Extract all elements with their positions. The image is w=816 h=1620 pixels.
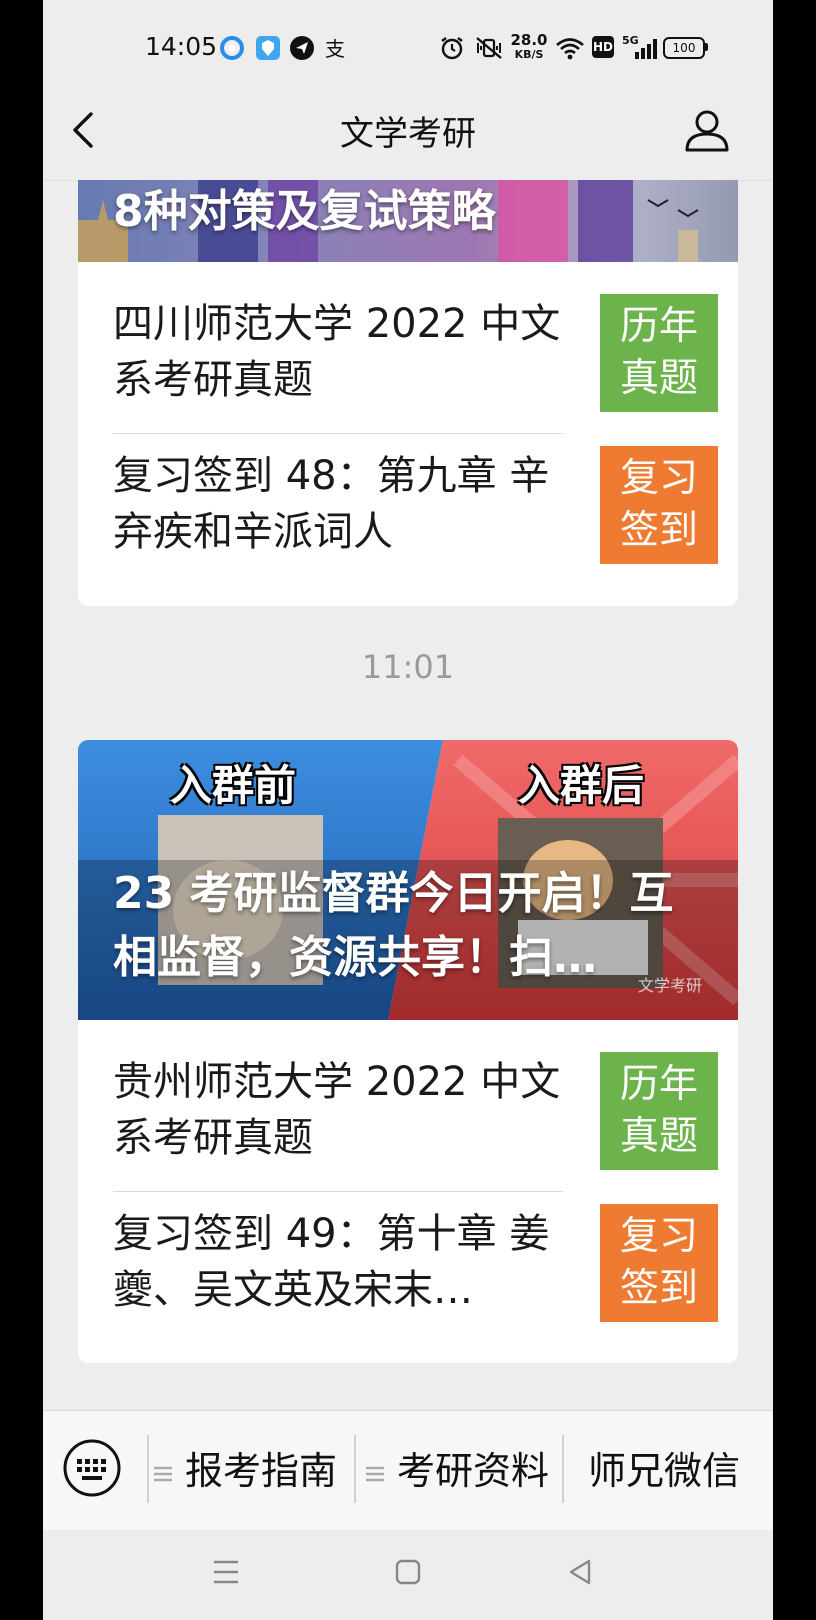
wifi-icon <box>556 38 584 60</box>
message-list[interactable]: 8种对策及复试策略 四川师范大学 2022 中文系考研真题 历年 真题 复习签到… <box>43 180 773 1410</box>
banner-before-label: 入群前 <box>170 761 297 810</box>
alarm-icon <box>441 37 463 60</box>
menu-divider <box>354 1435 356 1503</box>
user-profile-icon[interactable] <box>683 106 731 154</box>
article-thumbnail: 历年 真题 <box>600 294 718 412</box>
signal-icon: 5G <box>622 34 658 62</box>
app-notification-icon <box>220 36 244 60</box>
menu-item-label: 报考指南 <box>185 1449 338 1493</box>
app-send-icon <box>290 36 314 60</box>
article-item-title: 复习签到 49：第十章 姜夔、吴文英及宋末… <box>113 1211 550 1313</box>
article-thumbnail: 复习 签到 <box>600 1204 718 1322</box>
article-banner-title: 23 考研监督群今日开启！互相监督，资源共享！扫… <box>113 868 674 983</box>
menu-divider <box>562 1435 564 1503</box>
status-time: 14:05 <box>145 32 218 61</box>
submenu-icon <box>366 1466 384 1481</box>
article-thumbnail: 历年 真题 <box>600 1052 718 1170</box>
item-divider <box>113 433 563 434</box>
official-account-menu: 报考指南 考研资料 师兄微信 <box>43 1410 773 1531</box>
banner-after-label: 入群后 <box>518 761 645 810</box>
home-icon[interactable] <box>395 1558 421 1586</box>
article-banner[interactable]: 8种对策及复试策略 <box>78 180 738 262</box>
back-triangle-icon[interactable] <box>567 1558 593 1586</box>
article-item-title: 四川师范大学 2022 中文系考研真题 <box>113 301 561 403</box>
menu-divider <box>147 1435 149 1503</box>
banner-watermark: 文学考研 <box>638 976 703 995</box>
article-card: 8种对策及复试策略 四川师范大学 2022 中文系考研真题 历年 真题 复习签到… <box>78 180 738 606</box>
svg-text:支: 支 <box>325 37 345 61</box>
article-thumbnail: 复习 签到 <box>600 446 718 564</box>
article-item-title: 复习签到 48：第九章 辛弃疾和辛派词人 <box>113 453 550 555</box>
menu-item-materials[interactable]: 考研资料 <box>365 1441 549 1501</box>
mute-vibrate-icon <box>476 37 502 59</box>
battery-tip <box>705 43 708 51</box>
menu-item-label: 师兄微信 <box>588 1449 741 1493</box>
menu-icon[interactable] <box>213 1558 239 1586</box>
status-bar: 14:05 支 28.0 KB/S HD 5G 100 <box>43 0 773 96</box>
network-speed: 28.0 KB/S <box>510 31 548 62</box>
system-nav-bar <box>43 1530 773 1620</box>
phone-screen: 14:05 支 28.0 KB/S HD 5G 100 文学考研 8种对策及复试… <box>43 0 773 1620</box>
menu-item-guide[interactable]: 报考指南 <box>153 1441 337 1501</box>
item-divider <box>113 1191 563 1192</box>
hd-icon: HD <box>592 36 614 58</box>
battery-icon: 100 <box>663 37 705 59</box>
article-item[interactable]: 复习签到 49：第十章 姜夔、吴文英及宋末… 复习 签到 <box>113 1202 718 1322</box>
keyboard-toggle-icon[interactable] <box>63 1439 121 1497</box>
article-item-title: 贵州师范大学 2022 中文系考研真题 <box>113 1059 561 1161</box>
article-item[interactable]: 四川师范大学 2022 中文系考研真题 历年 真题 <box>113 292 718 412</box>
nav-bar: 文学考研 <box>43 96 773 181</box>
article-item[interactable]: 贵州师范大学 2022 中文系考研真题 历年 真题 <box>113 1050 718 1170</box>
menu-item-wechat[interactable]: 师兄微信 <box>588 1441 740 1501</box>
article-card: 入群前 入群后 23 考研监督群今日开启！互相监督，资源共享！扫… 文学考研 贵… <box>78 740 738 1363</box>
submenu-icon <box>154 1466 172 1481</box>
app-shield-icon <box>256 36 280 60</box>
message-timestamp: 11:01 <box>361 648 455 686</box>
page-title: 文学考研 <box>340 114 476 154</box>
article-banner-title: 8种对策及复试策略 <box>113 186 496 237</box>
article-item[interactable]: 复习签到 48：第九章 辛弃疾和辛派词人 复习 签到 <box>113 444 718 564</box>
menu-item-label: 考研资料 <box>397 1449 550 1493</box>
article-banner[interactable]: 入群前 入群后 23 考研监督群今日开启！互相监督，资源共享！扫… 文学考研 <box>78 740 738 1020</box>
alipay-icon: 支 <box>325 37 345 61</box>
